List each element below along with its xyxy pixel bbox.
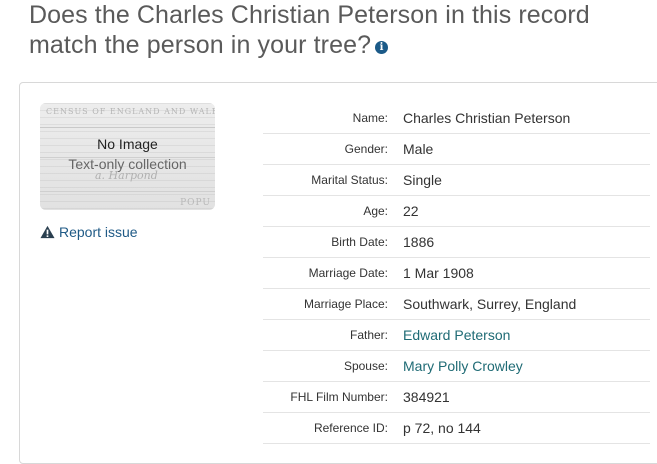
fact-value: 1886 bbox=[403, 234, 435, 250]
record-image-thumbnail: CENSUS OF ENGLAND AND WALES, a. Harpond … bbox=[40, 103, 215, 210]
fact-row-age: Age: 22 bbox=[263, 196, 650, 227]
document-rule bbox=[40, 127, 215, 128]
fact-value: 384921 bbox=[403, 389, 450, 405]
info-icon[interactable]: i bbox=[375, 41, 389, 54]
fact-row-marriage-place: Marriage Place: Southwark, Surrey, Engla… bbox=[263, 289, 650, 320]
fact-row-gender: Gender: Male bbox=[263, 134, 650, 165]
fact-label: Marriage Place: bbox=[303, 297, 388, 311]
father-link[interactable]: Edward Peterson bbox=[403, 327, 510, 343]
no-image-label: No Image bbox=[97, 136, 158, 152]
record-facts-table: Name: Charles Christian Peterson Gender:… bbox=[263, 103, 650, 444]
fact-row-marital-status: Marital Status: Single bbox=[263, 165, 650, 196]
fact-row-reference-id: Reference ID: p 72, no 144 bbox=[263, 413, 650, 444]
fact-label: Reference ID: bbox=[313, 421, 388, 435]
document-rule bbox=[40, 191, 215, 192]
fact-row-spouse: Spouse: Mary Polly Crowley bbox=[263, 351, 650, 382]
fact-label: Gender: bbox=[344, 142, 388, 156]
document-header-text: CENSUS OF ENGLAND AND WALES, bbox=[46, 107, 215, 116]
fact-value: Male bbox=[403, 141, 434, 157]
fact-row-fhl-film-number: FHL Film Number: 384921 bbox=[263, 382, 650, 413]
document-footer-text: POPU bbox=[180, 198, 211, 208]
fact-value: Charles Christian Peterson bbox=[403, 110, 571, 126]
match-question-text: Does the Charles Christian Peterson in t… bbox=[29, 1, 590, 59]
fact-label: Birth Date: bbox=[331, 235, 388, 249]
fact-label: Age: bbox=[363, 204, 388, 218]
fact-label: Name: bbox=[352, 111, 388, 125]
fact-value: p 72, no 144 bbox=[403, 420, 481, 436]
fact-label: Marriage Date: bbox=[308, 266, 388, 280]
fact-row-father: Father: Edward Peterson bbox=[263, 320, 650, 351]
fact-label: FHL Film Number: bbox=[290, 390, 388, 404]
text-only-collection-label: Text-only collection bbox=[68, 156, 187, 172]
report-issue-label: Report issue bbox=[59, 224, 138, 240]
match-question-heading: Does the Charles Christian Peterson in t… bbox=[29, 0, 639, 60]
fact-row-marriage-date: Marriage Date: 1 Mar 1908 bbox=[263, 258, 650, 289]
fact-label: Marital Status: bbox=[311, 173, 388, 187]
fact-label: Father: bbox=[349, 328, 388, 342]
warning-icon bbox=[40, 225, 55, 239]
fact-value: Southwark, Surrey, England bbox=[403, 296, 577, 312]
fact-value: Single bbox=[403, 172, 442, 188]
fact-row-name: Name: Charles Christian Peterson bbox=[263, 103, 650, 134]
spouse-link[interactable]: Mary Polly Crowley bbox=[403, 358, 523, 374]
fact-label: Spouse: bbox=[343, 359, 388, 373]
fact-value: 22 bbox=[403, 203, 419, 219]
report-issue-link[interactable]: Report issue bbox=[40, 222, 138, 242]
fact-row-birth-date: Birth Date: 1886 bbox=[263, 227, 650, 258]
fact-value: 1 Mar 1908 bbox=[403, 265, 474, 281]
